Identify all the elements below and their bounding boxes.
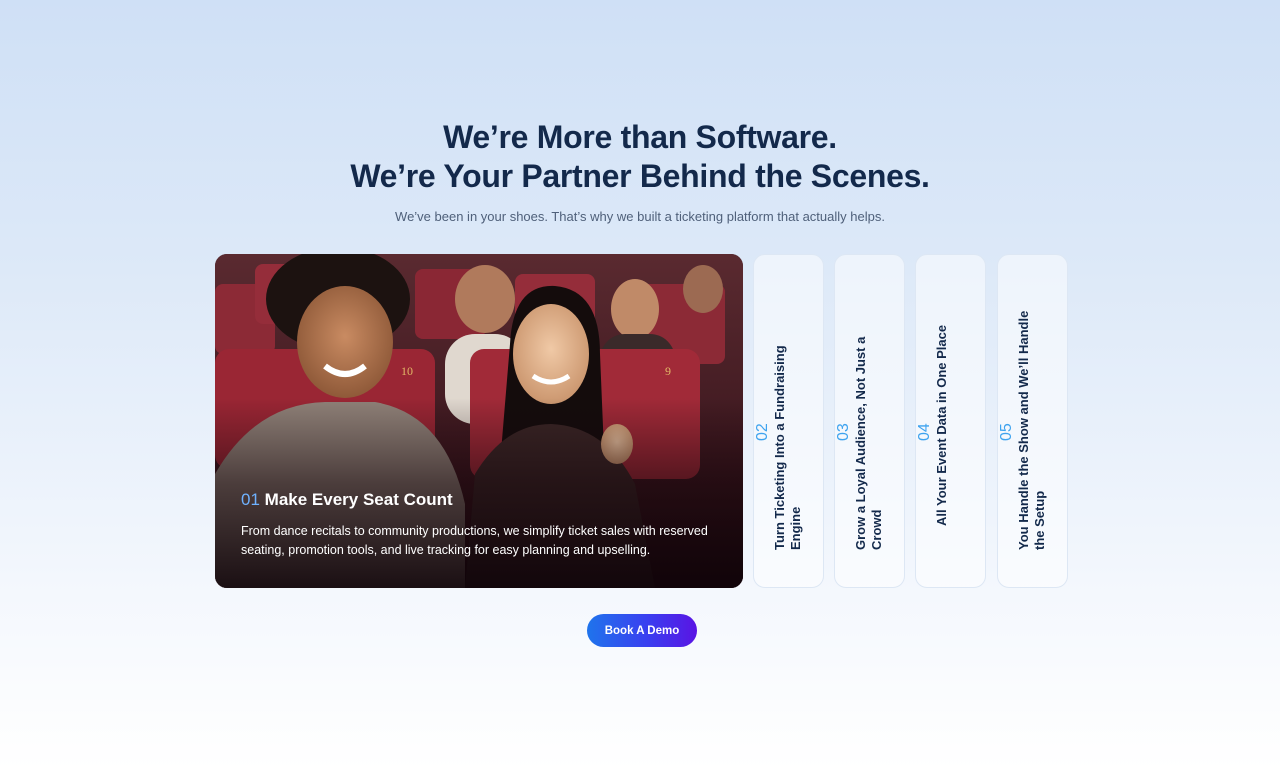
- tab-number: 03: [835, 423, 852, 441]
- tab-number: 05: [998, 423, 1015, 441]
- feature-description: From dance recitals to community product…: [241, 524, 708, 557]
- svg-text:9: 9: [665, 364, 671, 378]
- book-demo-button[interactable]: Book A Demo: [587, 614, 697, 647]
- tab-number: 04: [916, 423, 933, 441]
- feature-tab-05[interactable]: 05 You Handle the Show and We’ll Handle …: [997, 254, 1068, 588]
- svg-text:10: 10: [401, 364, 413, 378]
- tab-label: You Handle the Show and We’ll Handle the…: [1016, 310, 1047, 550]
- headline-line-1: We’re More than Software.: [443, 119, 837, 155]
- page-subtitle: We’ve been in your shoes. That’s why we …: [395, 209, 885, 224]
- feature-tab-03[interactable]: 03 Grow a Loyal Audience, Not Just a Cro…: [834, 254, 905, 588]
- tab-label: Grow a Loyal Audience, Not Just a Crowd: [853, 336, 884, 550]
- tab-label: All Your Event Data in One Place: [934, 324, 949, 526]
- headline-line-2: We’re Your Partner Behind the Scenes.: [350, 158, 930, 194]
- page-headline: We’re More than Software. We’re Your Par…: [0, 118, 1280, 196]
- tab-number: 02: [754, 423, 771, 441]
- feature-card-active: 10 9 01 Make Every Seat Count From dance…: [215, 254, 743, 588]
- tab-label: Turn Ticketing Into a Fundraising Engine: [772, 345, 803, 550]
- feature-number: 01: [241, 490, 260, 509]
- feature-title: 01 Make Every Seat Count: [241, 490, 453, 510]
- feature-tab-02[interactable]: 02 Turn Ticketing Into a Fundraising Eng…: [753, 254, 824, 588]
- feature-tab-04[interactable]: 04 All Your Event Data in One Place: [915, 254, 986, 588]
- feature-title-text: Make Every Seat Count: [264, 490, 453, 509]
